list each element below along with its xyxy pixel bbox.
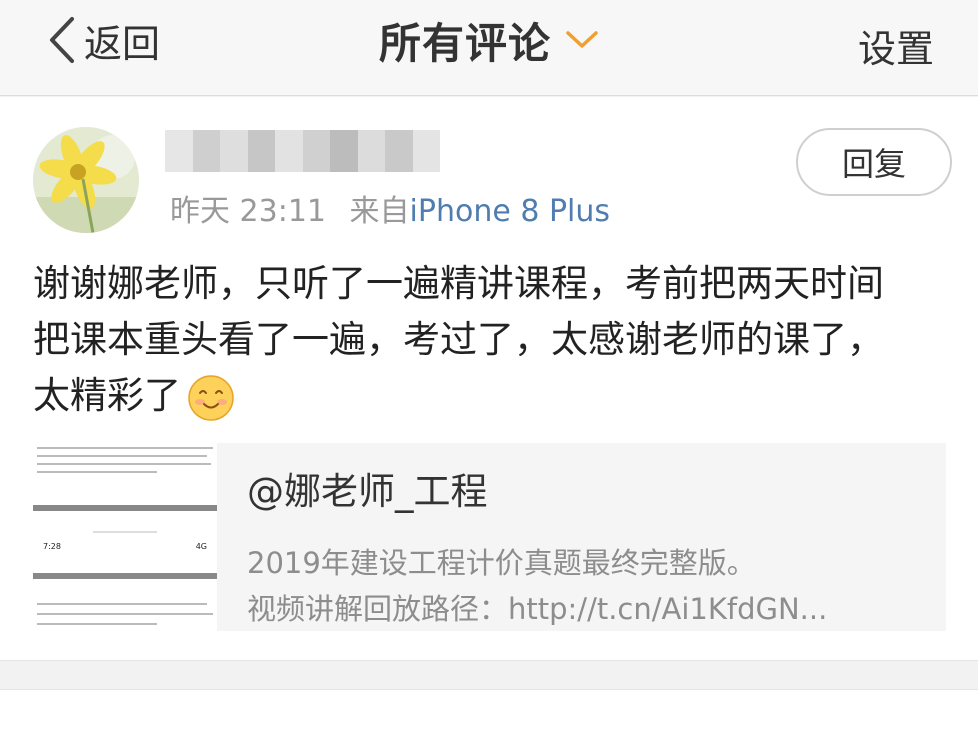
comment-time: 昨天 23:11 bbox=[170, 194, 326, 229]
shared-post-card[interactable]: 7:28 4G @娜老师_工程 2019年建设工程计价真题最终完整版。 视频讲解… bbox=[33, 443, 946, 631]
username-blurred[interactable] bbox=[165, 130, 440, 172]
settings-button[interactable]: 设置 bbox=[858, 18, 934, 73]
nav-bar: 返回 所有评论 设置 bbox=[0, 0, 978, 96]
flower-avatar-image bbox=[33, 127, 139, 233]
shared-post-text: @娜老师_工程 2019年建设工程计价真题最终完整版。 视频讲解回放路径：htt… bbox=[217, 443, 827, 631]
avatar[interactable] bbox=[33, 127, 139, 233]
source-prefix: 来自 bbox=[349, 194, 410, 229]
next-comment-card bbox=[0, 690, 978, 729]
comment-meta: 昨天 23:11 来自iPhone 8 Plus bbox=[170, 186, 610, 230]
chevron-down-icon bbox=[566, 31, 598, 48]
shared-post-line2: 视频讲解回放路径：http://t.cn/Ai1KfdGN... bbox=[247, 592, 828, 626]
reply-button[interactable]: 回复 bbox=[796, 128, 952, 196]
card-separator bbox=[0, 660, 978, 690]
thumb-time: 7:28 bbox=[43, 542, 61, 551]
shared-post-thumbnail: 7:28 4G bbox=[33, 443, 217, 631]
shared-post-line1: 2019年建设工程计价真题最终完整版。 bbox=[247, 546, 756, 580]
comment-text: 谢谢娜老师，只听了一遍精讲课程，考前把两天时间 把课本重头看了一遍，考过了，太感… bbox=[33, 262, 884, 417]
title-dropdown[interactable]: 所有评论 bbox=[0, 14, 978, 68]
comment-text-block: 谢谢娜老师，只听了一遍精讲课程，考前把两天时间 把课本重头看了一遍，考过了，太感… bbox=[33, 256, 953, 424]
source-device[interactable]: iPhone 8 Plus bbox=[410, 194, 611, 229]
smile-emoji-icon bbox=[188, 374, 234, 421]
page-title: 所有评论 bbox=[378, 18, 551, 68]
shared-post-title: @娜老师_工程 bbox=[247, 470, 488, 513]
thumb-status: 4G bbox=[195, 542, 207, 551]
